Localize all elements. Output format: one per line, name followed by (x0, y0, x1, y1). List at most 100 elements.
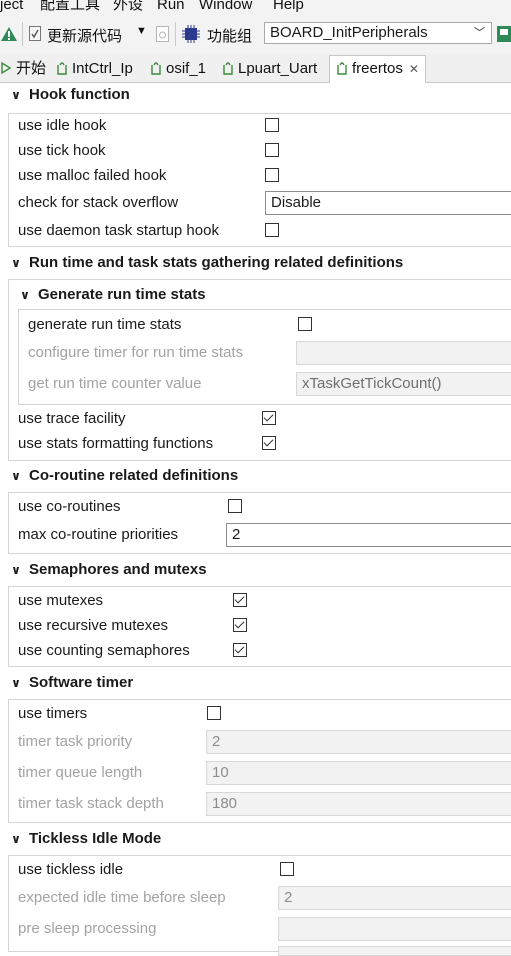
tab-label: IntCtrl_Ip (72, 60, 133, 77)
timer-task-priority-label: timer task priority (18, 733, 133, 750)
chevron-down-icon[interactable]: ∨ (9, 464, 23, 488)
use-timers-checkbox[interactable] (207, 706, 221, 720)
use-counting-checkbox[interactable] (233, 643, 247, 657)
use-tickless-checkbox[interactable] (280, 862, 294, 876)
menu-help[interactable]: Help (273, 0, 304, 14)
tab-label: freertos (352, 60, 403, 77)
chevron-down-icon[interactable]: ∨ (9, 558, 23, 582)
menu-config-tools[interactable]: 配置工具 (40, 0, 100, 14)
section-header-timer[interactable]: ∨ Software timer (0, 671, 511, 695)
configure-timer-field (296, 341, 511, 365)
update-dropdown-chevron-icon[interactable]: ▼ (136, 25, 147, 37)
expected-idle-field: 2 (278, 886, 511, 910)
chevron-down-icon[interactable]: ∨ (18, 283, 32, 307)
chevron-down-icon[interactable]: ∨ (9, 671, 23, 695)
use-idle-hook-label: use idle hook (18, 117, 107, 134)
use-tick-hook-label: use tick hook (18, 142, 106, 159)
use-stats-format-checkbox[interactable] (262, 436, 276, 450)
get-counter-label: get run time counter value (28, 375, 202, 392)
use-malloc-failed-hook-label: use malloc failed hook (18, 167, 167, 184)
flag-icon[interactable] (497, 26, 511, 42)
component-icon (337, 62, 347, 75)
section-header-runtime[interactable]: ∨ Run time and task stats gathering relat… (0, 251, 511, 275)
tab-label: Lpuart_Uart (238, 60, 318, 77)
close-tab-icon[interactable]: ✕ (409, 62, 419, 76)
section-title: Software timer (29, 674, 134, 691)
subsection-title: Generate run time stats (38, 286, 206, 303)
tab-label: osif_1 (166, 60, 207, 77)
section-header-semaphores[interactable]: ∨ Semaphores and mutexs (0, 558, 511, 582)
tab-lpuart-uart[interactable]: Lpuart_Uart (222, 56, 317, 81)
section-title: Co-routine related definitions (29, 467, 239, 484)
section-title: Hook function (29, 86, 130, 103)
section-header-tickless[interactable]: ∨ Tickless Idle Mode (0, 827, 511, 851)
toolbar: 更新源代码 ▼ 功能组 BOARD_InitPeripherals ﹀ (0, 14, 511, 54)
tab-label: 开始 (16, 60, 47, 77)
use-idle-hook-checkbox[interactable] (265, 118, 279, 132)
use-malloc-failed-hook-checkbox[interactable] (265, 168, 279, 182)
use-trace-label: use trace facility (18, 410, 126, 427)
configure-timer-label: configure timer for run time stats (28, 344, 244, 361)
section-header-hook[interactable]: ∨ Hook function (0, 83, 511, 107)
tab-intctrl-ip[interactable]: IntCtrl_Ip (56, 56, 133, 81)
chevron-down-icon[interactable]: ∨ (9, 827, 23, 851)
section-title: Semaphores and mutexs (29, 561, 207, 578)
tab-osif-1[interactable]: osif_1 (150, 56, 206, 81)
use-mutexes-checkbox[interactable] (233, 593, 247, 607)
menu-window[interactable]: Window (199, 0, 252, 14)
pre-sleep-label: pre sleep processing (18, 920, 157, 937)
component-icon (151, 62, 161, 75)
board-select-value: BOARD_InitPeripherals (270, 24, 428, 41)
menu-run[interactable]: Run (157, 0, 185, 14)
update-source-button[interactable]: 更新源代码 (47, 25, 122, 46)
use-timers-label: use timers (18, 705, 88, 722)
board-select[interactable]: BOARD_InitPeripherals ﹀ (264, 22, 492, 44)
refresh-doc-icon[interactable] (156, 26, 169, 42)
use-tickless-label: use tickless idle (18, 861, 124, 878)
update-code-icon[interactable] (29, 26, 41, 41)
max-priorities-input[interactable]: 2 (226, 523, 511, 547)
menu-peripherals[interactable]: 外设 (113, 0, 143, 14)
use-mutexes-label: use mutexes (18, 592, 104, 609)
component-icon (223, 62, 233, 75)
use-recursive-checkbox[interactable] (233, 618, 247, 632)
generate-stats-label: generate run time stats (28, 316, 182, 333)
warning-icon[interactable] (0, 26, 18, 42)
chevron-down-icon[interactable]: ∨ (9, 251, 23, 275)
component-icon (57, 62, 67, 75)
timer-stack-depth-label: timer task stack depth (18, 795, 164, 812)
use-tick-hook-checkbox[interactable] (265, 143, 279, 157)
use-coroutines-label: use co-routines (18, 498, 121, 515)
tab-start[interactable]: 开始 (0, 56, 46, 81)
use-coroutines-checkbox[interactable] (228, 499, 242, 513)
use-daemon-hook-checkbox[interactable] (265, 223, 279, 237)
menu-project[interactable]: ject (0, 0, 23, 14)
use-daemon-hook-label: use daemon task startup hook (18, 222, 219, 239)
pre-sleep-field (278, 917, 511, 941)
chip-icon[interactable] (181, 25, 201, 43)
generate-stats-checkbox[interactable] (298, 317, 312, 331)
toolbar-separator (175, 22, 176, 46)
timer-stack-depth-field: 180 (206, 792, 511, 816)
max-priorities-label: max co-routine priorities (18, 526, 179, 543)
use-stats-format-label: use stats formatting functions (18, 435, 214, 452)
subsection-header-generate-stats[interactable]: ∨ Generate run time stats (14, 283, 511, 307)
tab-freertos[interactable]: freertos ✕ (329, 55, 426, 83)
use-recursive-label: use recursive mutexes (18, 617, 169, 634)
timer-queue-length-label: timer queue length (18, 764, 143, 781)
function-group-label: 功能组 (207, 28, 253, 45)
check-stack-overflow-select[interactable]: Disable (265, 191, 511, 215)
use-counting-label: use counting semaphores (18, 642, 190, 659)
get-counter-field: xTaskGetTickCount() (296, 372, 511, 396)
next-field (278, 946, 511, 956)
section-title: Tickless Idle Mode (29, 830, 162, 847)
section-header-coroutine[interactable]: ∨ Co-routine related definitions (0, 464, 511, 488)
use-trace-checkbox[interactable] (262, 411, 276, 425)
expected-idle-label: expected idle time before sleep (18, 889, 226, 906)
check-stack-overflow-label: check for stack overflow (18, 194, 179, 211)
chevron-down-icon[interactable]: ﹀ (474, 23, 485, 43)
timer-task-priority-field: 2 (206, 730, 511, 754)
timer-queue-length-field: 10 (206, 761, 511, 785)
toolbar-separator (22, 22, 23, 46)
chevron-down-icon[interactable]: ∨ (9, 83, 23, 107)
